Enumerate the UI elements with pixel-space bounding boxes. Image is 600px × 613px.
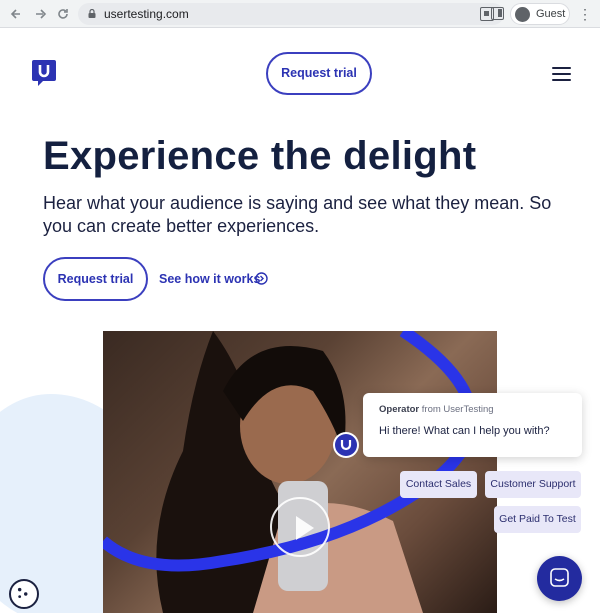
lock-icon [88,9,96,18]
reload-icon[interactable] [54,5,72,23]
chat-operator-avatar [335,434,357,456]
chat-option-customer-support[interactable]: Customer Support [485,471,581,498]
profile-label: Guest [536,8,566,20]
see-how-it-works-link[interactable]: See how it works [159,271,260,287]
url-text: usertesting.com [104,7,189,21]
hero-title: Experience the delight [43,134,477,178]
hamburger-menu-icon[interactable] [552,67,571,81]
chat-bubble-icon [550,568,569,587]
hero-subtitle: Hear what your audience is saying and se… [43,193,552,236]
address-bar[interactable]: usertesting.com [78,3,504,25]
request-trial-button[interactable]: Request trial [266,52,372,95]
cookie-icon[interactable] [9,579,39,609]
chat-launcher-button[interactable] [537,556,582,601]
browser-toolbar: usertesting.com Guest ⋮ [0,0,600,28]
side-panel-icon[interactable] [491,7,504,20]
circle-chevron-right-icon[interactable] [255,272,268,285]
forward-arrow-icon[interactable] [31,5,49,23]
more-menu-icon[interactable]: ⋮ [578,6,592,22]
chat-option-contact-sales[interactable]: Contact Sales [400,471,477,498]
usertesting-logo-icon[interactable] [31,59,57,87]
hero-request-trial-button[interactable]: Request trial [43,257,148,301]
page-content: Request trial Experience the delight Hea… [0,29,600,613]
play-icon[interactable] [270,497,330,557]
profile-avatar-icon [515,7,530,22]
chat-sender: Operator from UserTesting [379,404,494,415]
profile-button[interactable]: Guest [510,3,570,25]
chat-message-card: Operator from UserTesting Hi there! What… [363,393,582,457]
chat-message: Hi there! What can I help you with? [379,425,550,437]
chat-option-get-paid-to-test[interactable]: Get Paid To Test [494,506,581,533]
back-arrow-icon[interactable] [8,5,26,23]
